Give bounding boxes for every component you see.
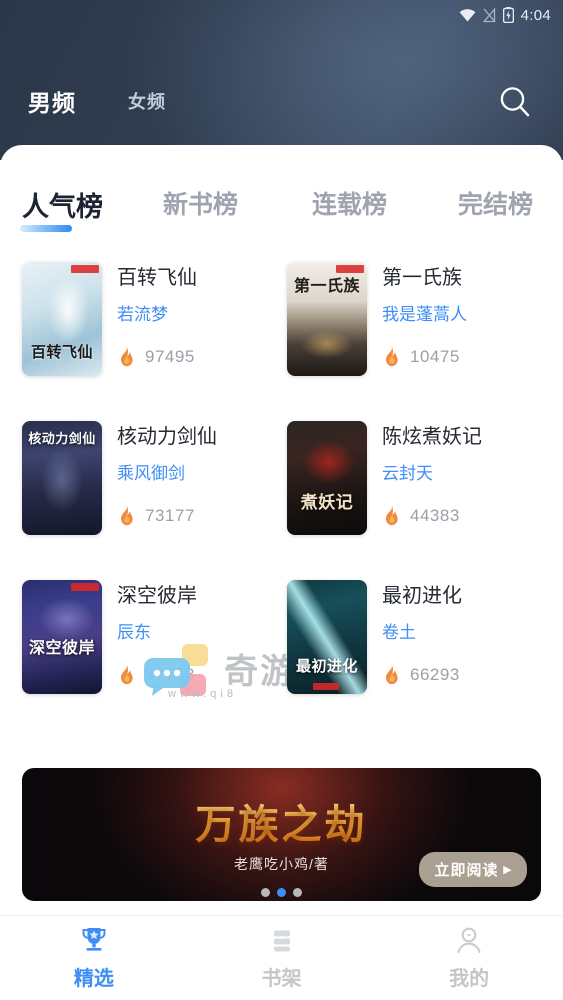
book-author[interactable]: 乘风御剑 (117, 459, 217, 484)
nav-label-profile: 我的 (449, 968, 490, 990)
book-meta: 陈炫煮妖记 云封天 44383 (382, 419, 482, 526)
promo-banner[interactable]: 万族之劫 老鹰吃小鸡/著 立即阅读 ▸ (22, 768, 541, 901)
book-cover: 深空彼岸 (22, 580, 102, 694)
carousel-dot[interactable] (293, 888, 302, 897)
app-header: 4:04 男频 女频 (0, 0, 563, 160)
book-author[interactable]: 我是蓬蒿人 (382, 300, 467, 325)
rank-tab-bar: 人气榜 新书榜 连载榜 完结榜 (0, 185, 563, 251)
fire-icon (385, 505, 398, 526)
banner-title: 万族之劫 (22, 792, 541, 850)
book-item[interactable]: 煮妖记 陈炫煮妖记 云封天 44383 (265, 419, 530, 578)
fire-icon (120, 505, 133, 526)
carousel-dots (22, 888, 541, 897)
rank-tab-new[interactable]: 新书榜 (163, 185, 238, 221)
book-cover: 核动力剑仙 (22, 421, 102, 535)
book-hot: 37758 (117, 664, 197, 685)
cover-title: 核动力剑仙 (28, 431, 96, 446)
book-hot: 10475 (382, 346, 467, 367)
channel-tabs: 男频 女频 (0, 78, 563, 134)
book-item[interactable]: 深空彼岸 深空彼岸 辰东 37758 (0, 578, 265, 737)
trophy-icon (82, 928, 106, 951)
book-meta: 最初进化 卷土 66293 (382, 578, 462, 685)
hot-count: 44383 (410, 505, 460, 525)
book-author[interactable]: 若流梦 (117, 300, 197, 325)
channel-tab-male[interactable]: 男频 (28, 84, 76, 118)
bottom-navigation: 精选 书架 我的 (0, 915, 563, 1000)
carousel-dot-active[interactable] (277, 888, 286, 897)
nav-item-bookshelf[interactable]: 书架 (188, 925, 376, 991)
rank-tab-serial[interactable]: 连载榜 (312, 185, 387, 221)
cover-title: 深空彼岸 (28, 640, 95, 657)
book-title: 百转飞仙 (117, 267, 197, 289)
wifi-icon (459, 8, 476, 22)
fire-icon (120, 664, 133, 685)
hot-count: 97495 (145, 346, 195, 366)
hot-count: 73177 (145, 505, 195, 525)
signal-off-icon (482, 7, 496, 23)
book-cover: 最初进化 (287, 580, 367, 694)
rank-tab-popular[interactable]: 人气榜 (22, 185, 103, 224)
cover-title: 煮妖记 (300, 493, 354, 512)
nav-item-featured[interactable]: 精选 (0, 925, 188, 991)
cover-badge (313, 683, 339, 690)
book-meta: 第一氏族 我是蓬蒿人 10475 (382, 260, 467, 367)
book-item[interactable]: 百转飞仙 百转飞仙 若流梦 97495 (0, 260, 265, 419)
book-hot: 97495 (117, 346, 197, 367)
person-icon (457, 927, 481, 954)
fire-icon (385, 346, 398, 367)
status-bar: 4:04 (0, 0, 563, 30)
book-cover: 第一氏族 (287, 262, 367, 376)
book-cover: 煮妖记 (287, 421, 367, 535)
book-hot: 66293 (382, 664, 462, 685)
nav-label-featured: 精选 (73, 968, 114, 990)
rank-tab-active-indicator (20, 225, 72, 232)
search-icon[interactable] (491, 78, 539, 126)
cover-badge (71, 583, 99, 591)
read-now-label: 立即阅读 (434, 863, 499, 879)
hot-count: 37758 (145, 664, 195, 684)
hot-count: 10475 (410, 346, 460, 366)
play-arrow-icon: ▸ (503, 862, 512, 878)
carousel-dot[interactable] (261, 888, 270, 897)
book-hot: 44383 (382, 505, 482, 526)
book-author[interactable]: 辰东 (117, 618, 197, 643)
status-time: 4:04 (520, 6, 551, 24)
cover-title: 百转飞仙 (30, 345, 93, 361)
book-title: 陈炫煮妖记 (382, 426, 482, 448)
nav-label-bookshelf: 书架 (261, 968, 302, 990)
book-author[interactable]: 云封天 (382, 459, 482, 484)
book-meta: 百转飞仙 若流梦 97495 (117, 260, 197, 367)
book-item[interactable]: 第一氏族 第一氏族 我是蓬蒿人 10475 (265, 260, 530, 419)
hot-count: 66293 (410, 664, 460, 684)
fire-icon (120, 346, 133, 367)
cover-title: 第一氏族 (293, 278, 360, 295)
book-title: 第一氏族 (382, 267, 462, 289)
channel-tab-female[interactable]: 女频 (128, 88, 166, 114)
nav-item-profile[interactable]: 我的 (375, 925, 563, 991)
book-title: 最初进化 (382, 585, 462, 607)
book-hot: 73177 (117, 505, 217, 526)
book-cover: 百转飞仙 (22, 262, 102, 376)
book-title: 核动力剑仙 (117, 426, 217, 448)
book-meta: 深空彼岸 辰东 37758 (117, 578, 197, 685)
book-item[interactable]: 最初进化 最初进化 卷土 66293 (265, 578, 530, 737)
bookshelf-icon (273, 930, 290, 952)
book-item[interactable]: 核动力剑仙 核动力剑仙 乘风御剑 73177 (0, 419, 265, 578)
read-now-button[interactable]: 立即阅读 ▸ (419, 852, 527, 887)
book-title: 深空彼岸 (117, 585, 197, 607)
cover-title: 最初进化 (295, 659, 358, 675)
rank-tab-completed[interactable]: 完结榜 (458, 185, 533, 221)
fire-icon (385, 664, 398, 685)
book-author[interactable]: 卷土 (382, 618, 462, 643)
cover-badge (71, 265, 99, 273)
book-meta: 核动力剑仙 乘风御剑 73177 (117, 419, 217, 526)
battery-charging-icon (502, 7, 514, 23)
